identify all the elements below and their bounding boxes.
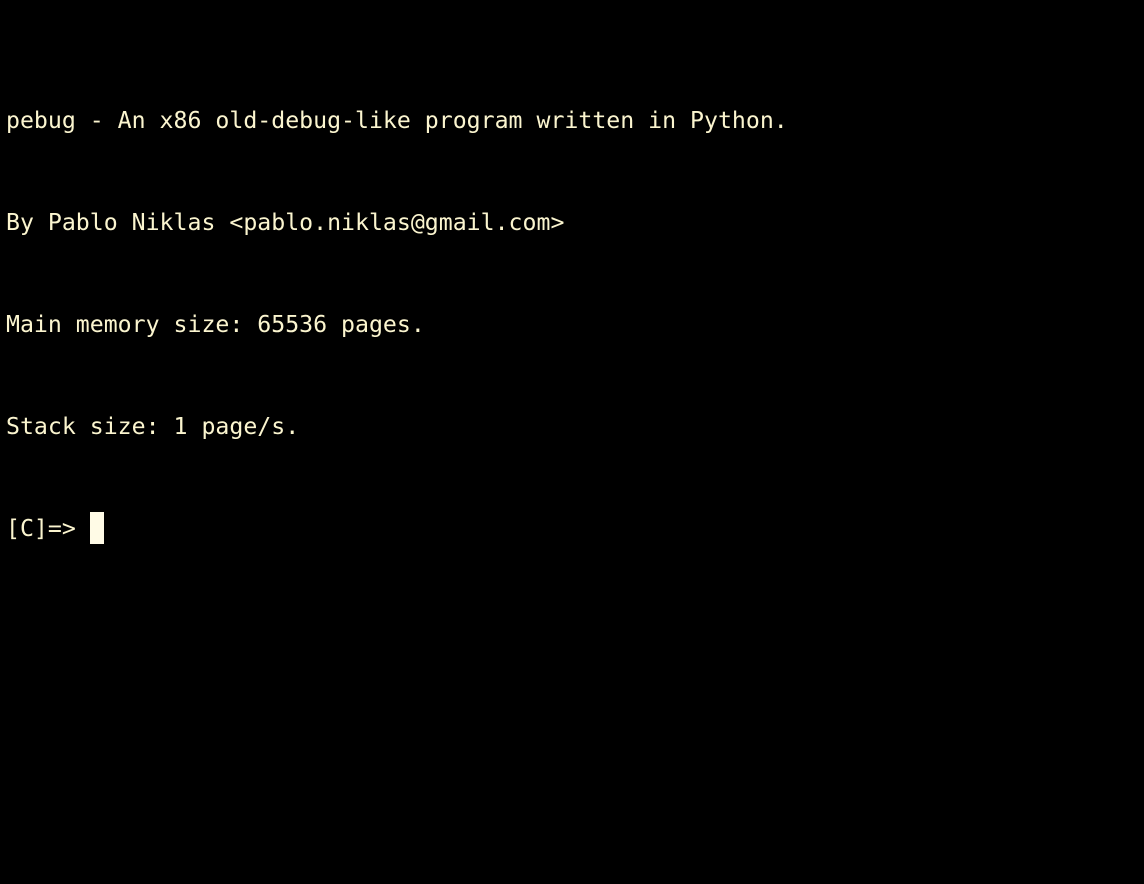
memory-size-line: Main memory size: 65536 pages. [6, 311, 425, 338]
cursor [89, 512, 104, 544]
stack-size-line: Stack size: 1 page/s. [6, 413, 300, 440]
author-line: By Pablo Niklas <pablo.niklas@gmail.com> [6, 209, 565, 236]
banner-line: pebug - An x86 old-debug-like program wr… [6, 107, 788, 134]
prompt: [C]=> [6, 515, 90, 542]
terminal-output[interactable]: pebug - An x86 old-debug-like program wr… [6, 36, 788, 580]
prompt-line[interactable]: [C]=> [6, 512, 788, 546]
